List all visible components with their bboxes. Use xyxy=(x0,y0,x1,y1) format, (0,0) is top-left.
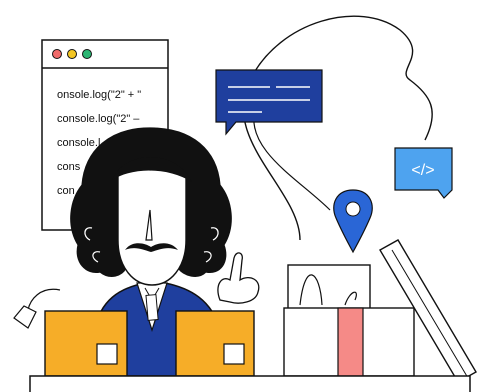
face xyxy=(117,164,187,286)
window-maximize-dot xyxy=(82,49,92,59)
illustration: onsole.log("2" + " console.log("2" – con… xyxy=(13,15,477,392)
code-line: console.l xyxy=(57,137,100,149)
chat-bubble xyxy=(215,69,323,136)
gift-box xyxy=(283,264,415,377)
code-glyph-icon: </> xyxy=(411,162,434,179)
orange-box-right xyxy=(175,310,255,377)
code-line: console.log("2" – xyxy=(57,113,140,125)
code-line: cons xyxy=(57,161,81,173)
location-pin-icon xyxy=(333,189,373,254)
code-line: con xyxy=(57,185,75,197)
desk xyxy=(29,375,471,392)
orange-box-left xyxy=(44,310,128,377)
window-minimize-dot xyxy=(67,49,77,59)
window-close-dot xyxy=(52,49,62,59)
code-bubble: </> xyxy=(394,147,453,199)
cable-line-2 xyxy=(253,109,331,211)
code-line: onsole.log("2" + " xyxy=(57,89,141,101)
